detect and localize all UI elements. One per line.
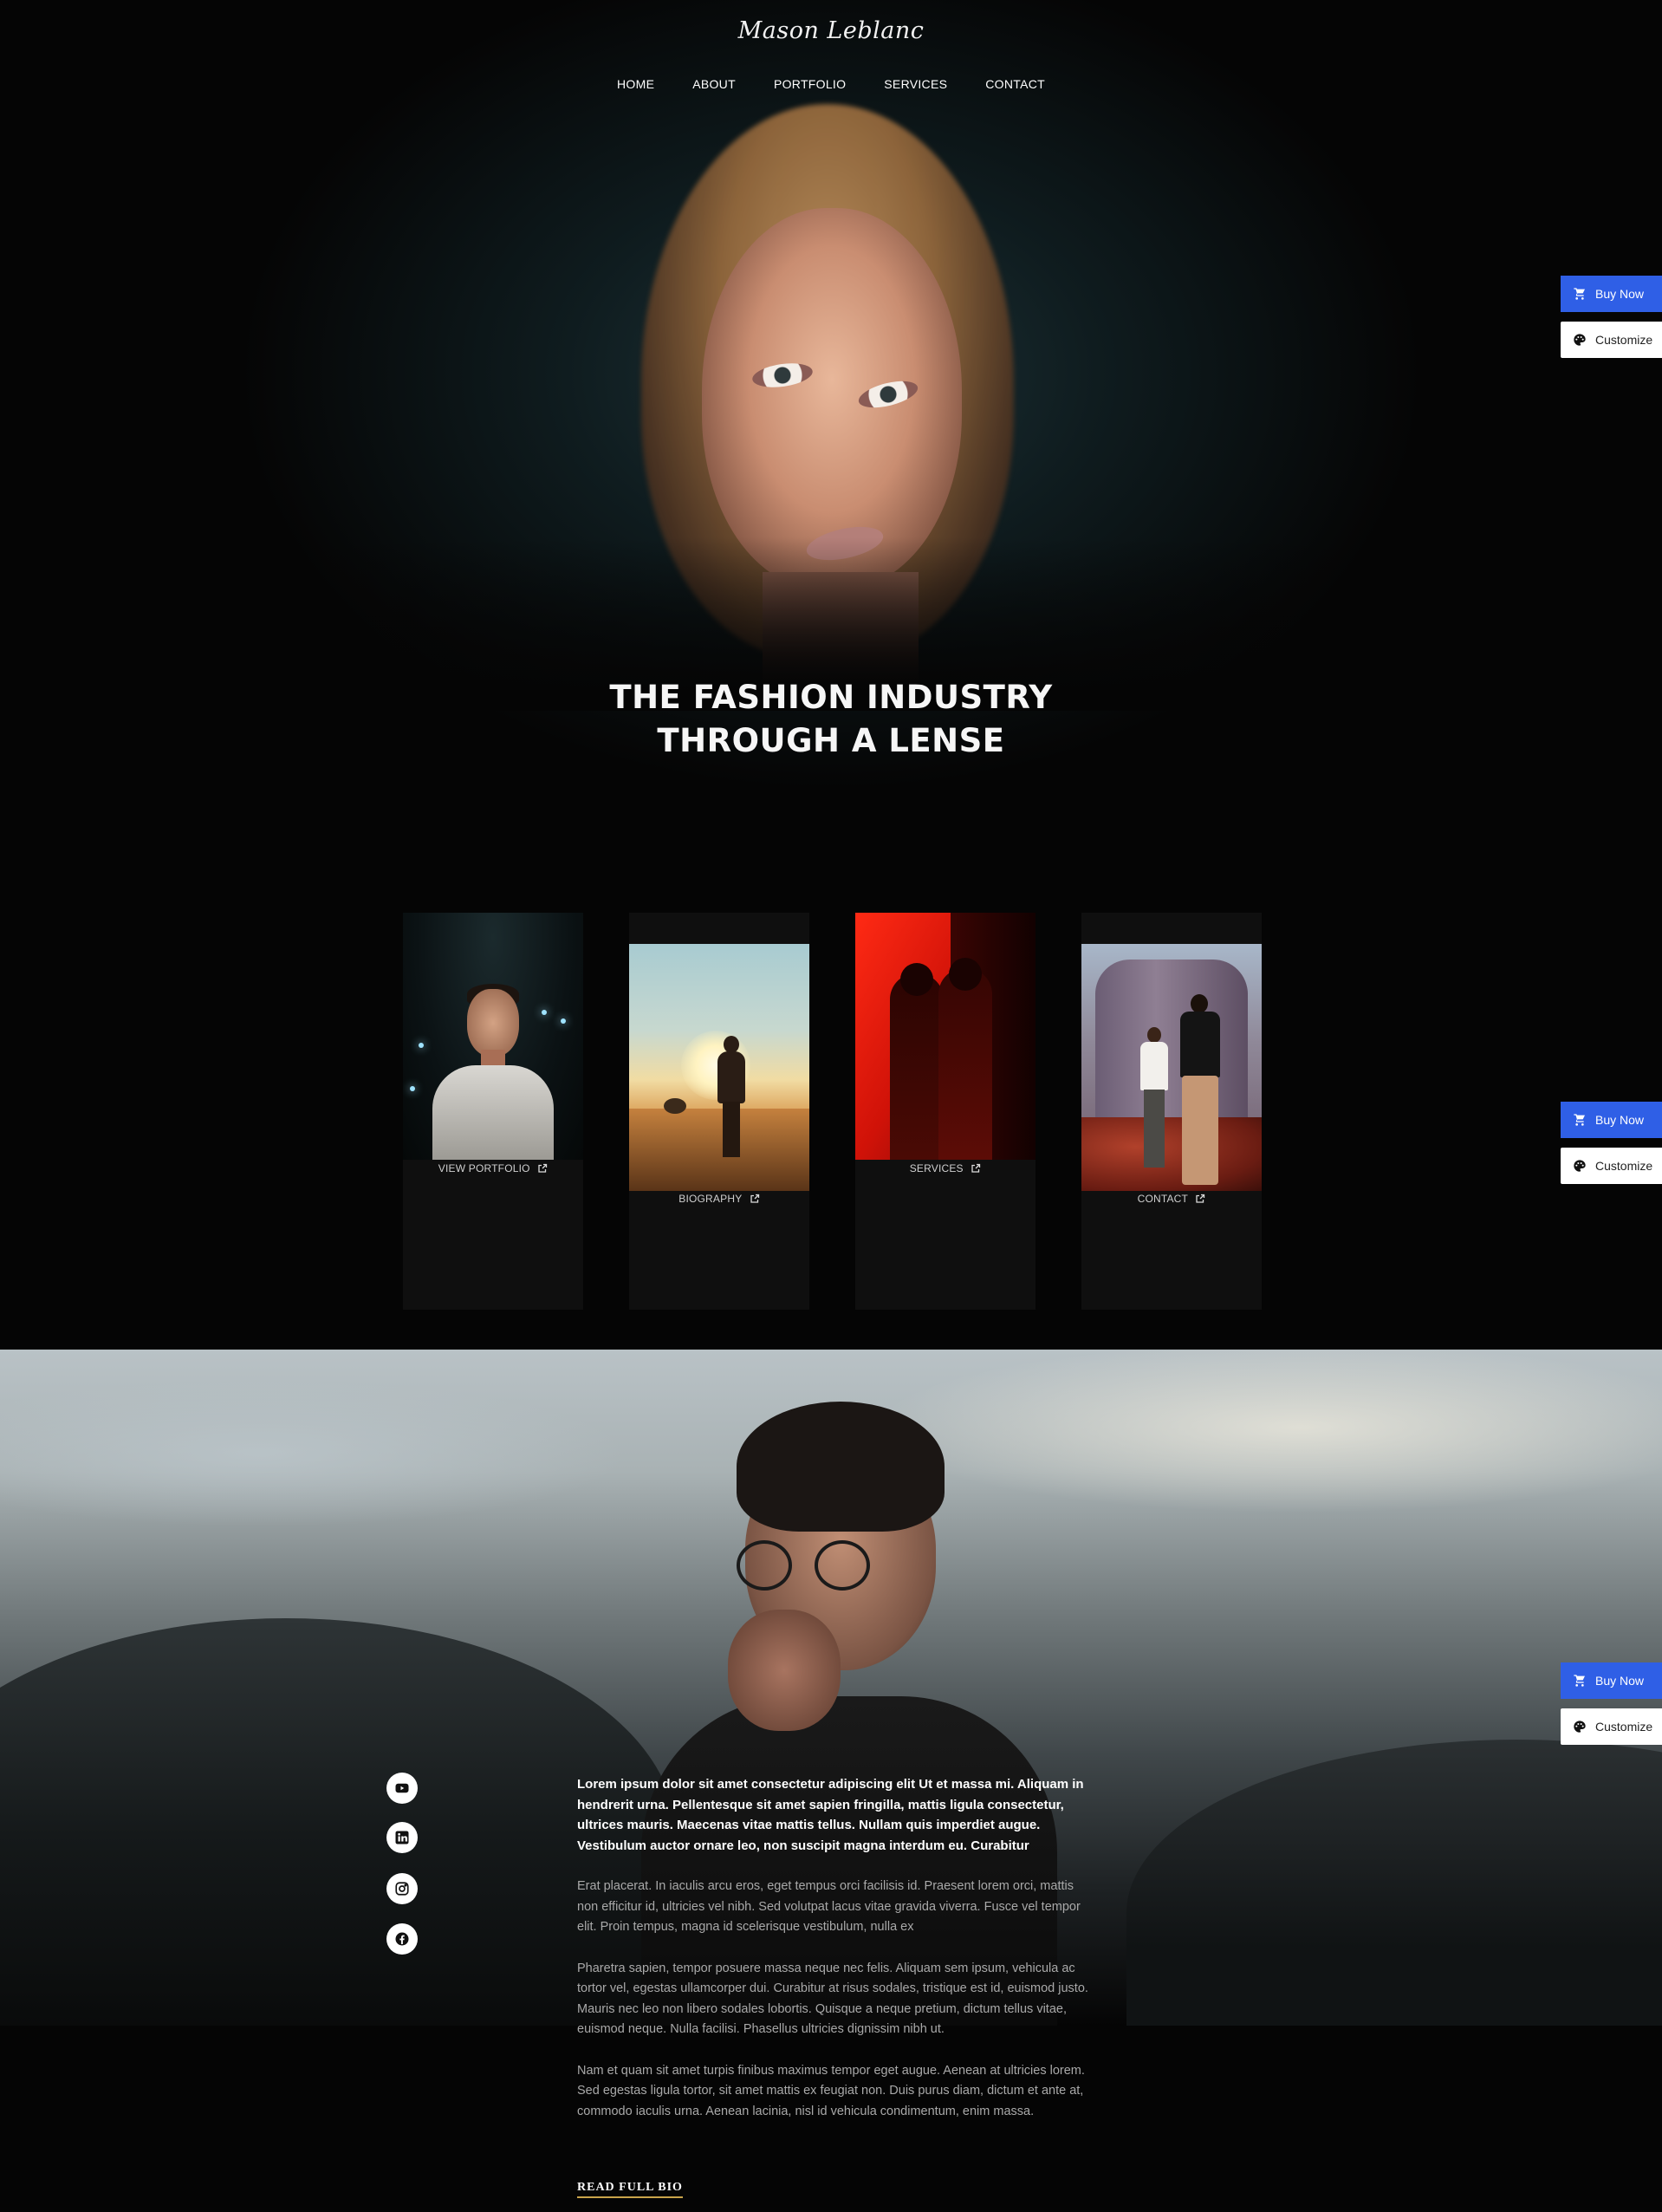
buy-now-button[interactable]: Buy Now [1561,1662,1662,1699]
card-label: BIOGRAPHY [678,1193,743,1205]
palette-icon [1573,1159,1587,1173]
nav-about[interactable]: ABOUT [692,77,736,91]
external-link-icon [750,1194,760,1207]
instagram-icon[interactable] [386,1873,418,1904]
nav-contact[interactable]: CONTACT [985,77,1045,91]
bio-paragraph: Nam et quam sit amet turpis finibus maxi… [577,2063,1085,2118]
portfolio-card-image[interactable] [403,913,583,1160]
palette-icon [1573,1720,1587,1734]
external-link-icon [537,1163,548,1176]
customize-label: Customize [1595,333,1653,347]
customize-button[interactable]: Customize [1561,322,1662,358]
card-link-contact[interactable]: CONTACT [1081,1193,1262,1207]
hero-title-line-2: THROUGH A LENSE [657,722,1005,759]
card-link-services[interactable]: SERVICES [855,1162,1036,1176]
customize-button[interactable]: Customize [1561,1148,1662,1184]
buy-now-label: Buy Now [1595,1113,1645,1127]
contact-card-image[interactable] [1081,944,1262,1191]
bio-paragraph: Erat placerat. In iaculis arcu eros, ege… [577,1879,1081,1934]
hero-title: THE FASHION INDUSTRY THROUGH A LENSE [0,676,1662,763]
buy-now-label: Buy Now [1595,287,1645,301]
nav-home[interactable]: HOME [617,77,654,91]
card-services[interactable]: SERVICES [855,913,1036,1310]
palette-icon [1573,333,1587,347]
card-biography[interactable]: BIOGRAPHY [629,913,809,1310]
cart-icon [1573,287,1587,301]
buy-now-label: Buy Now [1595,1674,1645,1688]
main-nav: HOME ABOUT PORTFOLIO SERVICES CONTACT [0,77,1662,91]
bio-lead: Lorem ipsum dolor sit amet consectetur a… [577,1777,1084,1853]
read-full-bio-link[interactable]: READ FULL BIO [577,2181,683,2198]
services-card-image[interactable] [855,913,1036,1160]
external-link-icon [971,1163,981,1176]
cart-icon [1573,1113,1587,1127]
card-contact[interactable]: CONTACT [1081,913,1262,1310]
card-portfolio[interactable]: VIEW PORTFOLIO [403,913,583,1310]
nav-portfolio[interactable]: PORTFOLIO [774,77,846,91]
buy-now-button[interactable]: Buy Now [1561,276,1662,312]
card-label: CONTACT [1137,1193,1188,1205]
customize-label: Customize [1595,1159,1653,1173]
nav-services[interactable]: SERVICES [884,77,947,91]
customize-label: Customize [1595,1720,1653,1734]
biography-card-image[interactable] [629,944,809,1191]
buy-now-button[interactable]: Buy Now [1561,1102,1662,1138]
linkedin-icon[interactable] [386,1822,418,1853]
card-link-portfolio[interactable]: VIEW PORTFOLIO [403,1162,583,1176]
youtube-icon[interactable] [386,1773,418,1804]
site-logo[interactable]: Mason Leblanc [0,17,1662,44]
card-link-biography[interactable]: BIOGRAPHY [629,1193,809,1207]
card-label: SERVICES [909,1162,964,1174]
facebook-icon[interactable] [386,1923,418,1955]
customize-button[interactable]: Customize [1561,1708,1662,1745]
external-link-icon [1195,1194,1205,1207]
bio-paragraph: Pharetra sapien, tempor posuere massa ne… [577,1961,1088,2037]
cart-icon [1573,1674,1587,1688]
card-label: VIEW PORTFOLIO [438,1162,530,1174]
hero-section: Mason Leblanc HOME ABOUT PORTFOLIO SERVI… [0,0,1662,901]
bio-text: Lorem ipsum dolor sit amet consectetur a… [577,1774,1088,2122]
hero-title-line-1: THE FASHION INDUSTRY [609,679,1053,716]
